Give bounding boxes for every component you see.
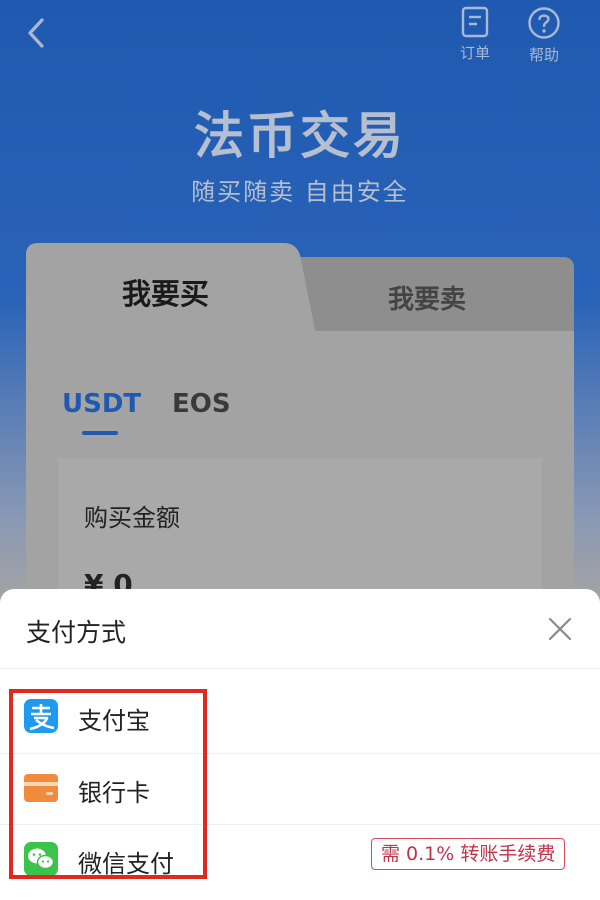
amount-label: 购买金额 (84, 504, 180, 532)
tab-buy-background (26, 243, 316, 335)
active-coin-indicator (82, 431, 118, 435)
alipay-icon (24, 699, 58, 733)
help-button[interactable]: 帮助 (516, 6, 572, 65)
payment-method-label: 微信支付 (78, 850, 174, 878)
payment-method-bank-card[interactable]: 银行卡 (0, 753, 600, 825)
fee-badge: 需 0.1% 转账手续费 (371, 838, 566, 870)
coin-tab-eos[interactable]: EOS (172, 389, 231, 419)
orders-button[interactable]: 订单 (447, 6, 503, 63)
payment-method-label: 支付宝 (78, 707, 150, 735)
back-button[interactable] (18, 14, 58, 54)
bank-card-icon (24, 774, 58, 802)
close-icon (548, 617, 572, 641)
sheet-title: 支付方式 (26, 618, 127, 647)
orders-label: 订单 (459, 44, 490, 62)
help-icon (528, 7, 560, 39)
sheet-header: 支付方式 (0, 589, 600, 669)
trade-card: 我要买 我要卖 USDT EOS 购买金额 ¥ 0 (26, 243, 574, 651)
payment-method-label: 银行卡 (78, 779, 150, 807)
payment-method-alipay[interactable]: 支付宝 (0, 682, 600, 753)
page-subtitle: 随买随卖 自由安全 (191, 178, 409, 206)
wechat-pay-icon (24, 842, 58, 876)
page-title: 法币交易 (194, 107, 406, 165)
payment-method-wechat[interactable]: 微信支付 需 0.1% 转账手续费 (0, 824, 600, 896)
orders-icon (461, 6, 489, 38)
fiat-trade-screen: 订单 帮助 法币交易 随买随卖 自由安全 我要买 我要卖 USDT EOS 购买… (0, 0, 600, 900)
coin-tab-usdt[interactable]: USDT (62, 389, 141, 419)
chevron-left-icon (28, 18, 44, 48)
tab-buy[interactable]: 我要买 (122, 271, 209, 313)
tab-sell[interactable]: 我要卖 (388, 279, 466, 316)
payment-method-sheet: 支付方式 支付宝 银行卡 微信支付 需 0.1% 转账手续费 (0, 589, 600, 900)
close-button[interactable] (546, 615, 574, 643)
help-label: 帮助 (528, 46, 559, 64)
